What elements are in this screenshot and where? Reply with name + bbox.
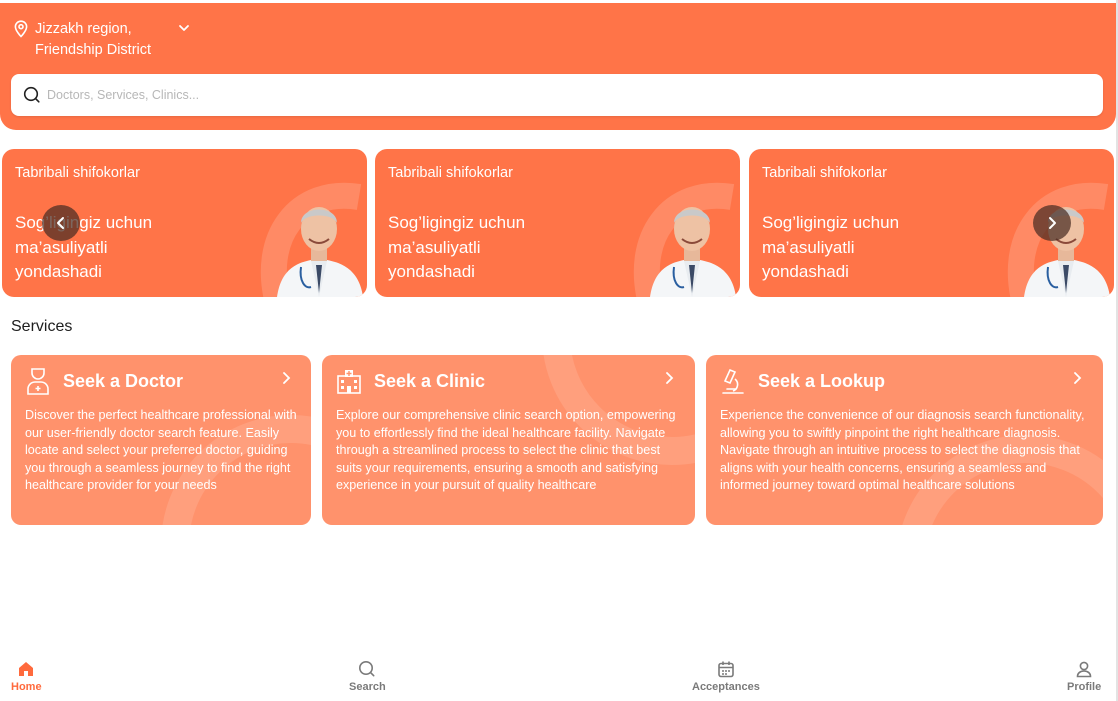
nav-acceptances[interactable]: Acceptances (692, 660, 760, 693)
card-header: Seek a Doctor (25, 367, 183, 395)
location-selector[interactable]: Jizzakh region, Friendship District (13, 19, 191, 61)
search-icon (23, 86, 40, 103)
doctor-image (277, 207, 363, 297)
nav-acceptances-label: Acceptances (692, 681, 760, 693)
location-pin-icon (14, 20, 28, 38)
bottom-navigation: Home Search Acceptances Profile (0, 650, 1116, 701)
banner-text: Sog’ligingiz uchun ma’asuliyatli yondash… (388, 213, 526, 281)
nav-profile[interactable]: Profile (1067, 660, 1101, 693)
banner-text: Sog’ligingiz uchun ma’asuliyatli yondash… (15, 213, 153, 281)
location-text: Jizzakh region, Friendship District (35, 19, 175, 61)
card-description: Explore our comprehensive clinic search … (336, 408, 676, 493)
doctor-image (650, 207, 736, 297)
chevron-right-icon (283, 372, 291, 384)
header: Jizzakh region, Friendship District (0, 3, 1116, 130)
nav-home[interactable]: Home (11, 660, 42, 693)
card-description: Discover the perfect healthcare professi… (25, 408, 297, 493)
nav-search[interactable]: Search (349, 660, 386, 693)
location-district: Friendship District (35, 42, 152, 58)
card-title: Seek a Lookup (758, 370, 886, 391)
banner-title: Tabribali shifokorlar (15, 165, 140, 181)
doctor-icon (27, 368, 49, 395)
location-region: Jizzakh region, (35, 21, 132, 37)
hospital-icon (337, 370, 361, 394)
chevron-right-icon (1049, 217, 1056, 229)
card-description: Experience the convenience of our diagno… (720, 408, 1085, 493)
seek-doctor-card[interactable]: Seek a Doctor Discover the perfect healt… (11, 355, 311, 525)
seek-lookup-card[interactable]: Seek a Lookup Experience the convenience… (706, 355, 1103, 525)
promo-banner[interactable]: Tabribali shifokorlar Sog’ligingiz uchun… (375, 149, 740, 297)
search-icon (359, 661, 375, 677)
card-title: Seek a Clinic (374, 370, 486, 391)
chevron-left-icon (57, 217, 64, 229)
chevron-right-icon (666, 372, 674, 384)
microscope-icon (722, 368, 744, 394)
chevron-down-icon[interactable] (177, 21, 191, 35)
search-bar[interactable] (11, 74, 1103, 116)
profile-icon (1076, 661, 1092, 678)
nav-search-label: Search (349, 681, 386, 693)
services-heading: Services (11, 318, 73, 335)
card-header: Seek a Lookup (720, 367, 885, 395)
seek-clinic-card[interactable]: Seek a Clinic Explore our comprehensive … (322, 355, 695, 525)
card-header: Seek a Clinic (336, 367, 485, 395)
doctor-image (1024, 207, 1110, 297)
carousel-next-button[interactable] (1033, 205, 1071, 241)
nav-profile-label: Profile (1067, 681, 1102, 693)
home-screen: Jizzakh region, Friendship District Tabr… (0, 0, 1118, 701)
banner-text: Sog’ligingiz uchun ma’asuliyatli yondash… (762, 213, 900, 281)
calendar-icon (718, 661, 734, 678)
nav-home-label: Home (11, 681, 42, 693)
banner-title: Tabribali shifokorlar (762, 165, 887, 181)
card-title: Seek a Doctor (63, 370, 184, 391)
chevron-right-icon (1074, 372, 1082, 384)
home-icon (19, 662, 34, 676)
carousel-prev-button[interactable] (42, 205, 80, 241)
search-input[interactable] (47, 88, 1103, 102)
banner-title: Tabribali shifokorlar (388, 165, 513, 181)
